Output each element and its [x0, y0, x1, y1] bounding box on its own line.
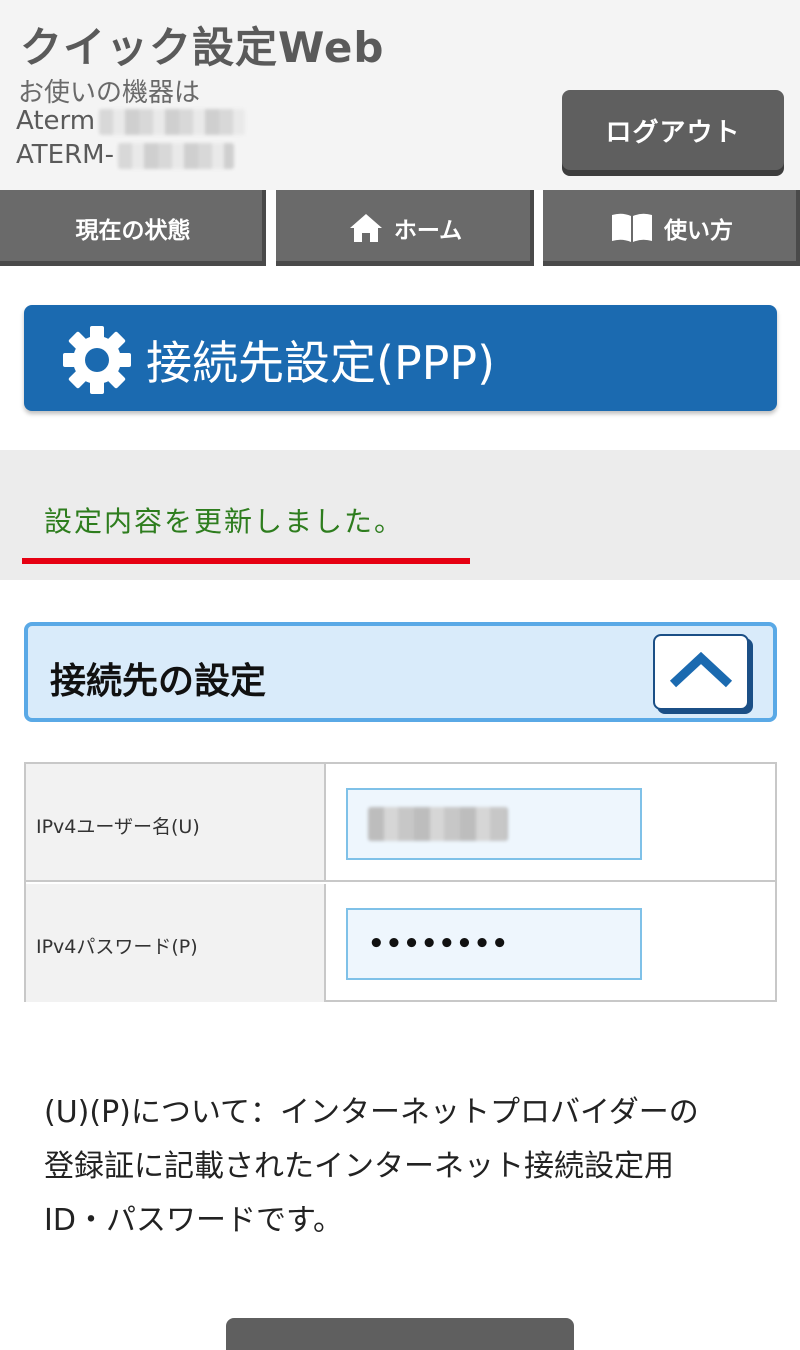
highlight-underline [22, 558, 470, 564]
note-text: (U)(P)について：インターネットプロバイダーの 登録証に記載されたインターネ… [44, 1086, 764, 1248]
nav-status-label: 現在の状態 [75, 218, 191, 244]
device-model: Aterm [16, 106, 246, 136]
redacted-ssid [117, 142, 234, 169]
status-message-area: 設定内容を更新しました。 [0, 450, 800, 580]
app-title: クイック設定Web [20, 23, 385, 72]
nav-home-label: ホーム [393, 218, 463, 244]
password-value: •••••••• [368, 929, 509, 959]
device-caption: お使いの機器は [18, 78, 201, 108]
gear-icon [62, 325, 132, 399]
label-cell: IPv4ユーザー名(U) [26, 764, 326, 880]
page-title-banner: 接続先設定(PPP) [24, 305, 777, 411]
label-cell: IPv4パスワード(P) [26, 884, 326, 1002]
device-ssid: ATERM- [16, 140, 234, 170]
collapse-button[interactable] [653, 634, 749, 710]
nav-home-button[interactable]: ホーム [276, 190, 534, 266]
note-line: 登録証に記載されたインターネット接続設定用 [44, 1149, 674, 1184]
nav-help-button[interactable]: 使い方 [543, 190, 800, 266]
table-row: IPv4ユーザー名(U) [26, 764, 775, 882]
redacted-username [368, 807, 508, 841]
nav-bar: 現在の状態 ホーム 使い方 [0, 190, 800, 266]
note-line: (U)(P)について：インターネットプロバイダーの [44, 1095, 699, 1130]
status-message: 設定内容を更新しました。 [44, 505, 405, 538]
book-icon [610, 212, 654, 244]
bottom-action-button[interactable] [226, 1318, 574, 1350]
header: クイック設定Web お使いの機器は Aterm ATERM- ログアウト [0, 0, 800, 190]
note-line: ID・パスワードです。 [44, 1203, 343, 1238]
table-row: IPv4パスワード(P) •••••••• [26, 884, 775, 1002]
section-title: 接続先の設定 [50, 661, 267, 702]
page-title: 接続先設定(PPP) [146, 336, 496, 390]
redacted-model [99, 108, 246, 135]
section-header[interactable]: 接続先の設定 [24, 622, 777, 722]
password-input[interactable]: •••••••• [346, 908, 642, 980]
nav-status-button[interactable]: 現在の状態 [0, 190, 266, 266]
settings-table: IPv4ユーザー名(U) IPv4パスワード(P) •••••••• [24, 762, 777, 1002]
home-icon [348, 212, 384, 244]
username-label: IPv4ユーザー名(U) [36, 816, 200, 838]
device-model-prefix: Aterm [16, 106, 96, 136]
password-label: IPv4パスワード(P) [36, 936, 198, 958]
chevron-up-icon [669, 651, 733, 692]
logout-button[interactable]: ログアウト [562, 90, 784, 170]
nav-help-label: 使い方 [664, 218, 733, 244]
username-input[interactable] [346, 788, 642, 860]
device-ssid-prefix: ATERM- [16, 140, 114, 170]
